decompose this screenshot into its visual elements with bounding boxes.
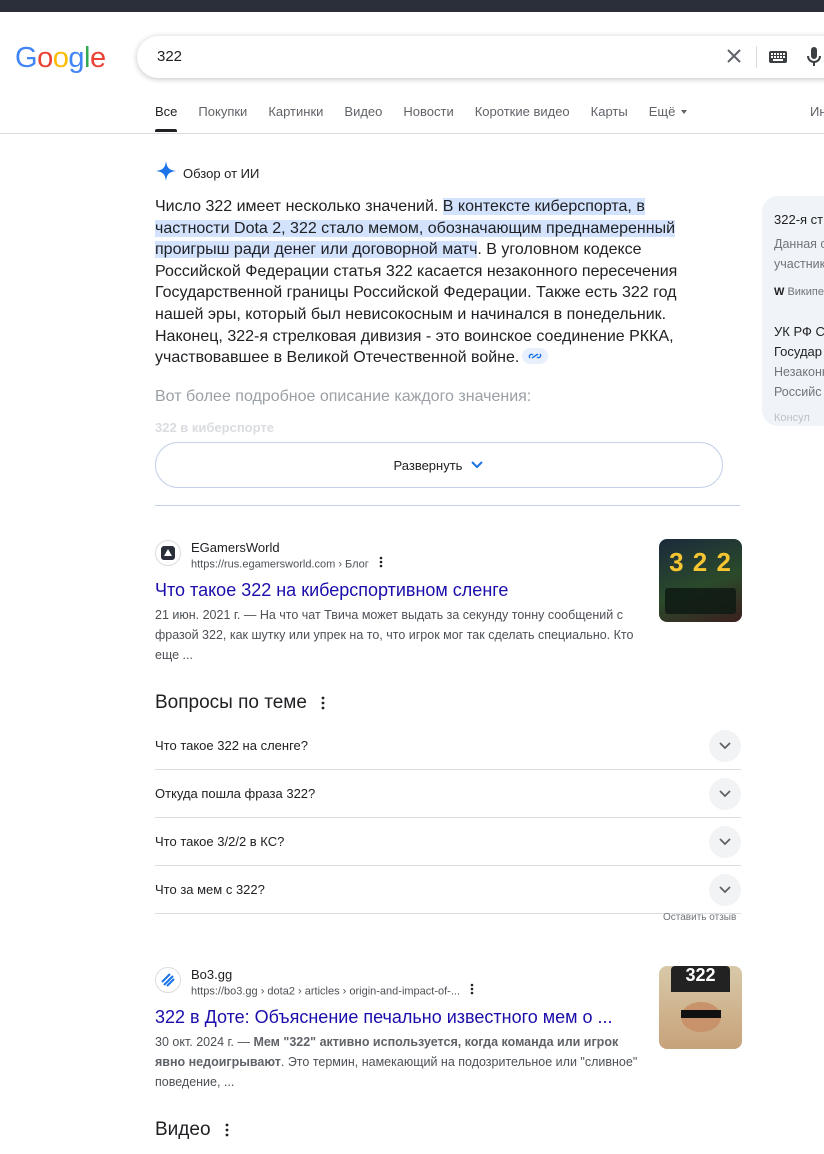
sunglasses-icon: [681, 1010, 721, 1018]
browser-top-bar: [0, 0, 824, 12]
search-result: Bo3.gg https://bo3.gg › dota2 › articles…: [155, 967, 645, 1092]
tab-news[interactable]: Новости: [403, 104, 453, 132]
tab-all[interactable]: Все: [155, 104, 178, 132]
tab-more[interactable]: Ещё: [649, 104, 688, 132]
search-input[interactable]: 322: [157, 48, 182, 65]
search-box[interactable]: 322: [137, 36, 824, 78]
thumbnail-image: [665, 588, 736, 614]
result-snippet: 21 июн. 2021 г. — На что чат Твича может…: [155, 605, 655, 665]
source-line: участник: [774, 257, 824, 271]
ai-more-text: Вот более подробное описание каждого зна…: [155, 388, 532, 405]
more-options-icon[interactable]: [321, 696, 325, 710]
result-thumbnail[interactable]: 3 2 2: [659, 539, 742, 622]
result-snippet: 30 окт. 2024 г. — Мем "322" активно испо…: [155, 1035, 638, 1089]
tab-videos[interactable]: Видео: [344, 104, 382, 132]
result-header[interactable]: Bo3.gg https://bo3.gg › dota2 › articles…: [155, 967, 645, 1003]
caret-down-icon: [681, 110, 688, 114]
ai-faded-heading: 322 в киберспорте: [155, 420, 274, 435]
related-questions-heading: Вопросы по теме: [155, 692, 325, 714]
source-title-2: Государ: [774, 344, 823, 359]
site-url: https://bo3.gg › dota2 › articles › orig…: [191, 985, 461, 998]
chevron-down-icon[interactable]: [709, 777, 741, 810]
source-site-name: Википе: [787, 286, 824, 298]
ai-overview-divider: [155, 505, 740, 506]
microphone-icon[interactable]: [806, 46, 822, 73]
ai-overview-header: Обзор от ИИ: [155, 160, 259, 187]
result-title-link[interactable]: Что такое 322 на киберспортивном сленге: [155, 578, 655, 602]
related-questions-list: Что такое 322 на сленге? Откуда пошла фр…: [155, 722, 741, 914]
result-date: 21 июн. 2021 г.: [155, 608, 241, 622]
tab-maps[interactable]: Карты: [591, 104, 628, 132]
videos-title: Видео: [155, 1119, 211, 1140]
search-result: EGamersWorld https://rus.egamersworld.co…: [155, 540, 655, 665]
thumbnail-text: 3 2 2: [669, 547, 732, 577]
tab-short-videos[interactable]: Короткие видео: [475, 104, 570, 132]
source-title: 322-я ст: [774, 212, 824, 227]
question-text: Что такое 3/2/2 в КС?: [155, 834, 285, 849]
question-row[interactable]: Что такое 322 на сленге?: [155, 722, 741, 770]
thumbnail-text: 322: [685, 966, 716, 985]
source-title: УК РФ С: [774, 324, 824, 339]
source-line: Данная с: [774, 237, 824, 251]
result-thumbnail[interactable]: 322: [659, 966, 742, 1049]
site-name: Bo3.gg: [191, 967, 233, 982]
ai-overview-title: Обзор от ИИ: [183, 166, 260, 181]
ai-overview-text: Число 322 имеет несколько значений. В ко…: [155, 196, 700, 369]
result-header[interactable]: EGamersWorld https://rus.egamersworld.co…: [155, 540, 655, 576]
more-options-icon[interactable]: [379, 556, 383, 573]
source-card-1[interactable]: 322-я ст Данная с участник W Википе: [774, 210, 824, 302]
more-options-icon[interactable]: [225, 1123, 229, 1137]
result-date: 30 окт. 2024 г.: [155, 1035, 235, 1049]
question-text: Откуда пошла фраза 322?: [155, 786, 316, 801]
site-name: EGamersWorld: [191, 540, 280, 555]
result-title-link[interactable]: 322 в Доте: Объяснение печально известно…: [155, 1005, 645, 1029]
link-icon[interactable]: [522, 348, 549, 365]
tabs-divider: [0, 133, 824, 134]
question-row[interactable]: Что такое 3/2/2 в КС?: [155, 818, 741, 866]
question-text: Что за мем с 322?: [155, 882, 265, 897]
clear-icon[interactable]: [723, 45, 745, 67]
tab-images[interactable]: Картинки: [268, 104, 323, 132]
site-favicon: [155, 967, 181, 993]
source-card-2[interactable]: УК РФ С Государ Незаконн Российс Консул: [774, 322, 824, 426]
videos-heading: Видео: [155, 1119, 229, 1141]
chevron-down-icon[interactable]: [709, 825, 741, 858]
ai-text-rest: . В уголовном кодексе Российской Федерац…: [155, 241, 678, 367]
site-url: https://rus.egamersworld.com › Блог: [191, 558, 369, 571]
keyboard-icon[interactable]: [768, 49, 788, 70]
more-options-icon[interactable]: [470, 983, 474, 1000]
sparkle-icon: [155, 160, 177, 187]
chevron-down-icon: [471, 461, 484, 469]
source-site: W Википе: [774, 282, 824, 302]
tab-more-label: Ещё: [648, 104, 676, 119]
google-logo[interactable]: Google: [15, 42, 106, 75]
tab-shopping[interactable]: Покупки: [198, 104, 247, 132]
wikipedia-icon: W: [774, 286, 785, 298]
site-favicon: [155, 540, 181, 566]
source-site: Консул: [774, 412, 810, 424]
expand-label: Развернуть: [393, 457, 463, 473]
question-text: Что такое 322 на сленге?: [155, 738, 308, 753]
question-row[interactable]: Что за мем с 322?: [155, 866, 741, 914]
ai-sources-panel: 322-я ст Данная с участник W Википе УК Р…: [762, 196, 824, 426]
tools-tab[interactable]: Ин: [810, 104, 824, 119]
chevron-down-icon[interactable]: [709, 873, 741, 906]
ai-text-intro: Число 322 имеет несколько значений.: [155, 198, 443, 215]
related-questions-title: Вопросы по теме: [155, 692, 307, 713]
chevron-down-icon[interactable]: [709, 729, 741, 762]
search-tabs: Все Покупки Картинки Видео Новости Корот…: [155, 104, 708, 132]
search-divider: [756, 46, 757, 68]
source-line: Незаконн: [774, 365, 824, 379]
question-row[interactable]: Откуда пошла фраза 322?: [155, 770, 741, 818]
feedback-link[interactable]: Оставить отзыв: [663, 912, 736, 923]
source-line: Российс: [774, 385, 822, 399]
expand-button[interactable]: Развернуть: [155, 442, 723, 488]
